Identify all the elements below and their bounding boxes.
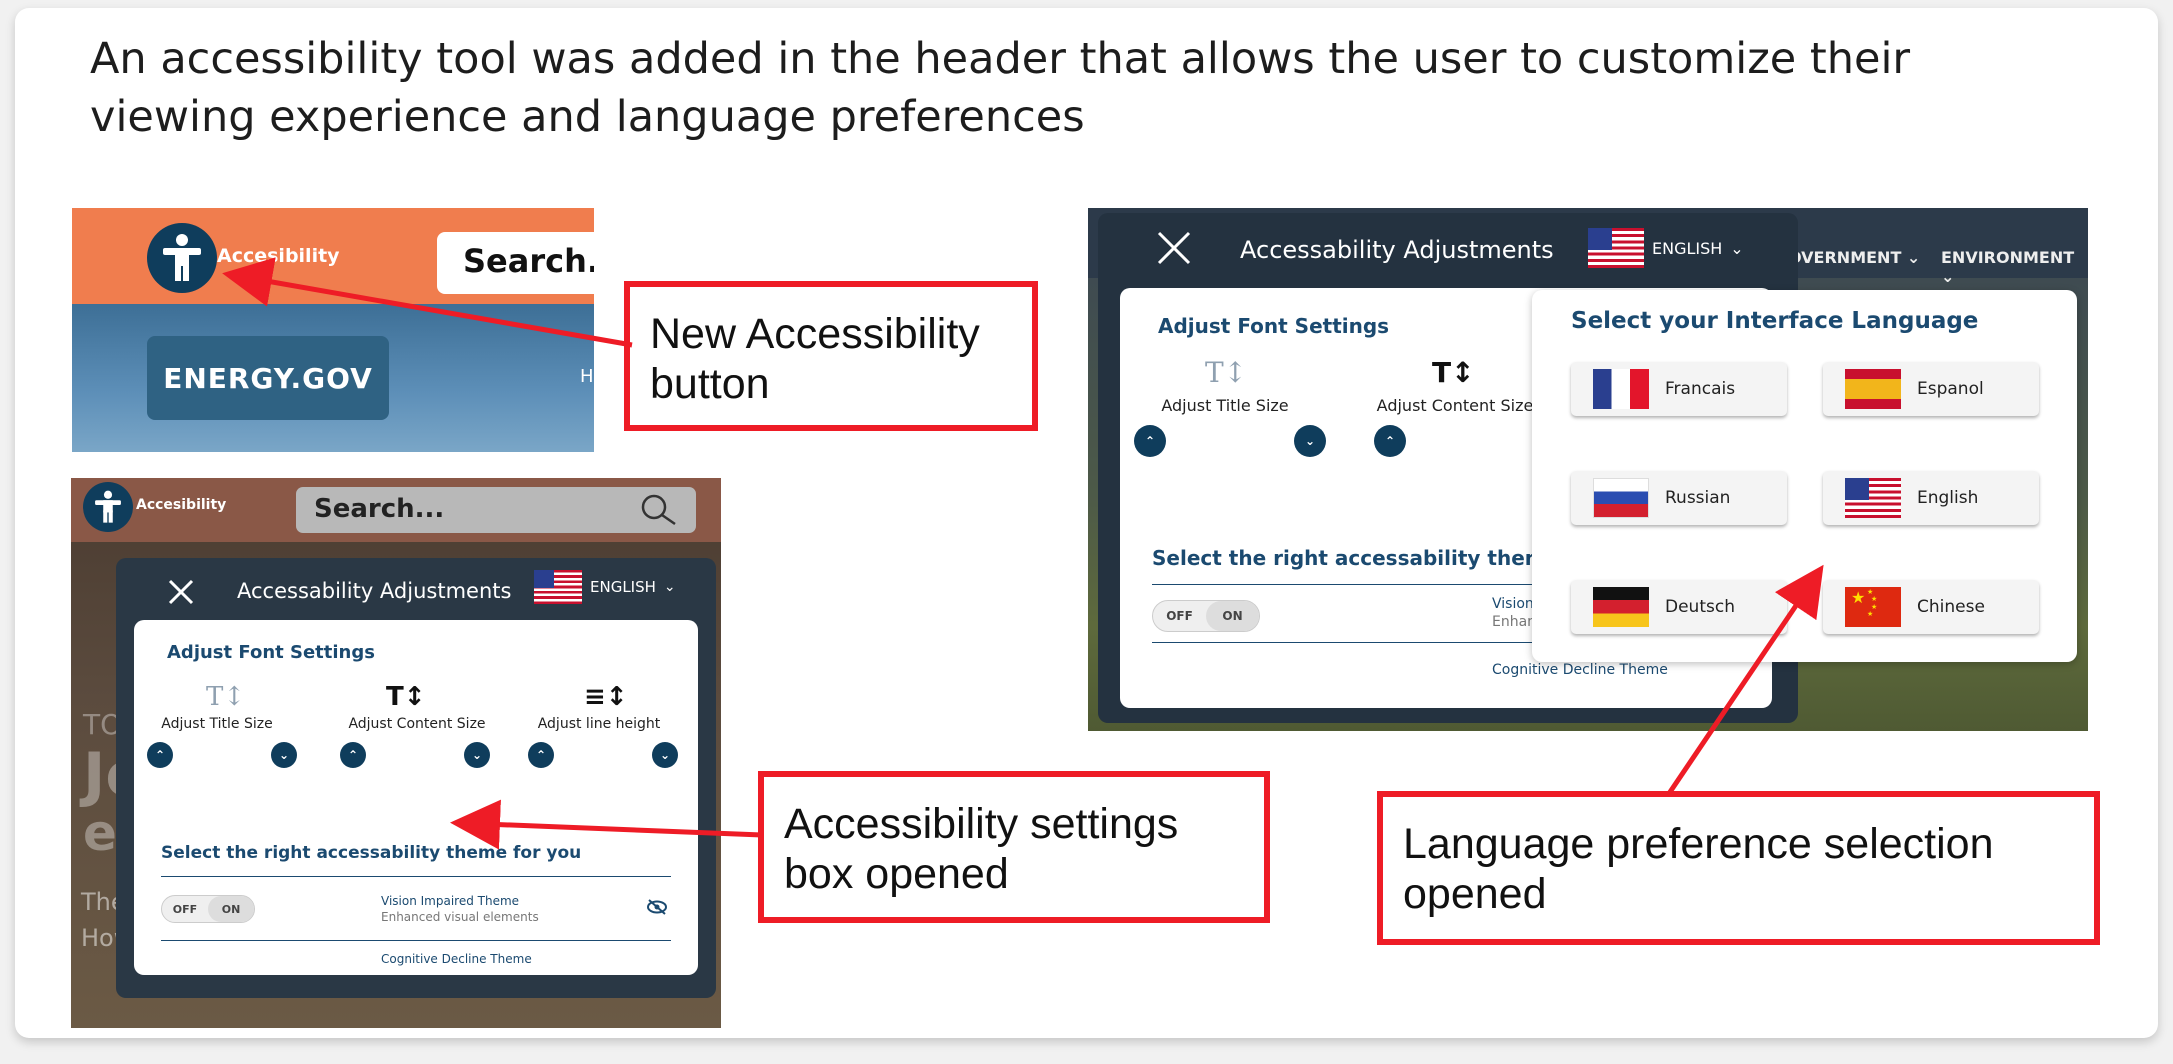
annotation-arrows [222, 257, 1824, 850]
arrow-to-language [1665, 564, 1824, 797]
arrow-to-button [222, 257, 633, 348]
arrow-to-settings [450, 799, 763, 850]
